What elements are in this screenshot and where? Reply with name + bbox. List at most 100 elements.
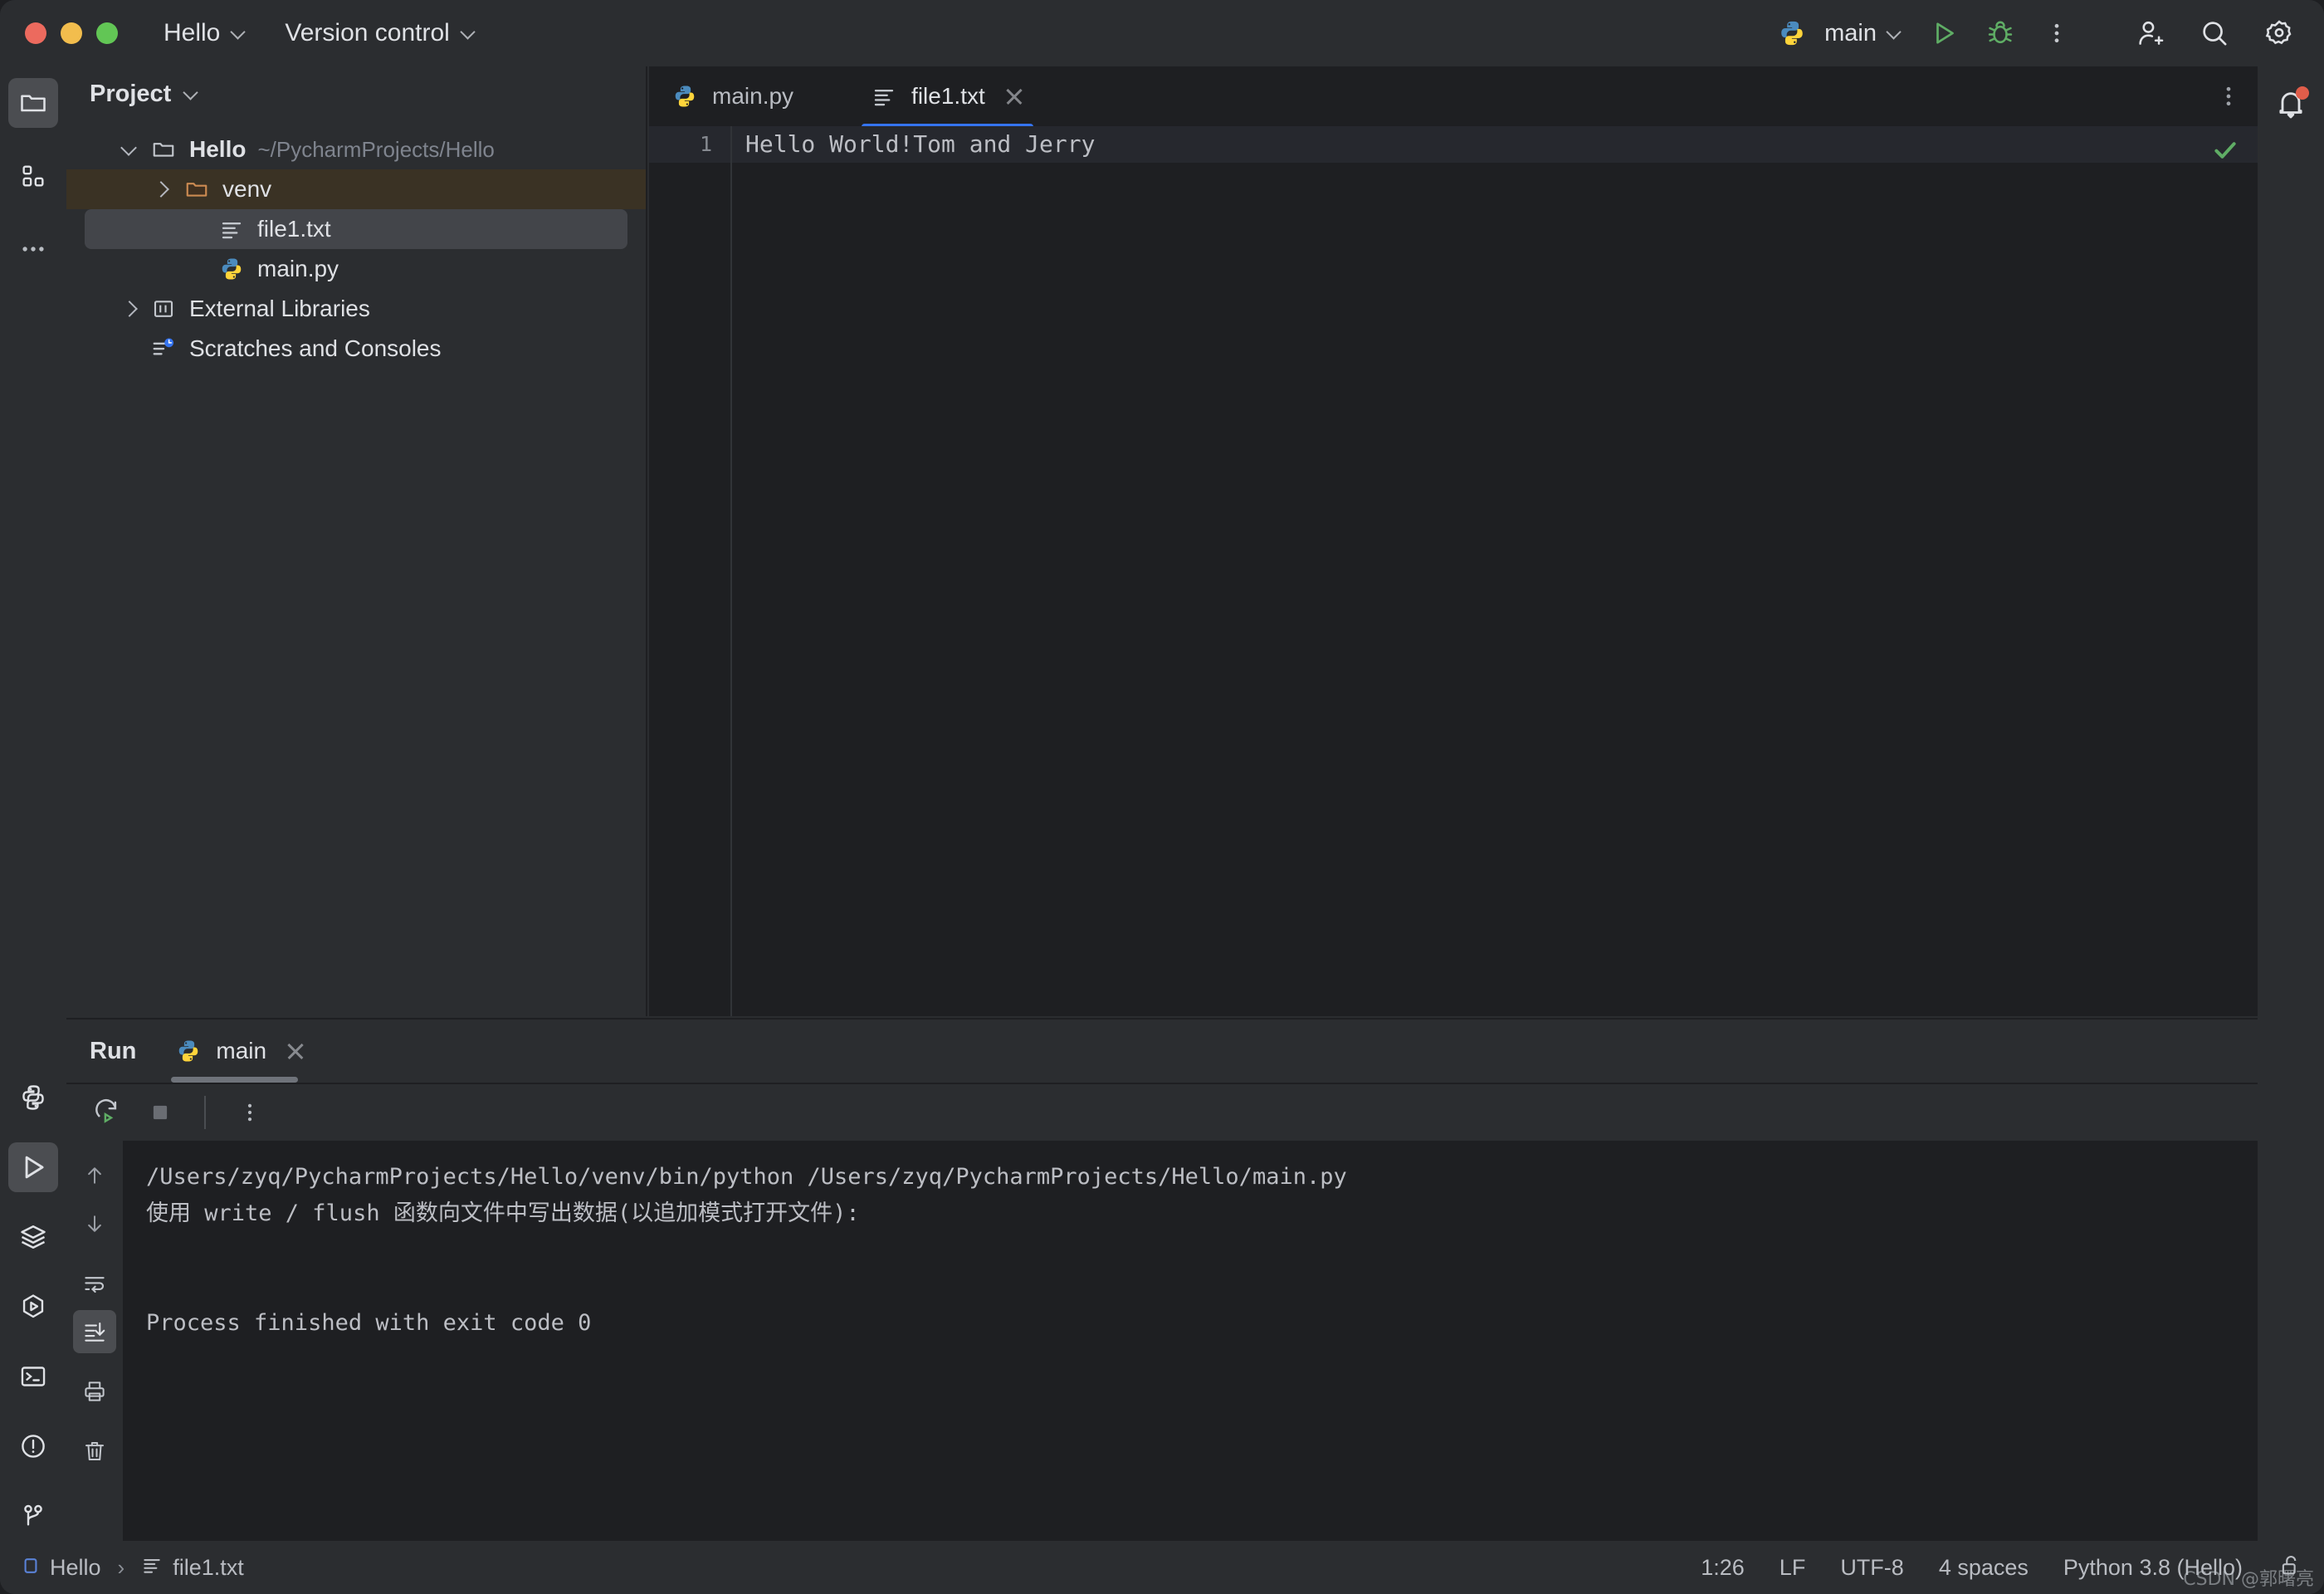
- python-icon: [671, 82, 699, 110]
- run-configuration-selector[interactable]: main: [1770, 12, 1901, 55]
- notifications-button[interactable]: [2266, 80, 2316, 130]
- chevron-right-icon[interactable]: [153, 180, 171, 198]
- file-encoding[interactable]: UTF-8: [1840, 1555, 1904, 1581]
- tree-row-main-py[interactable]: main.py: [66, 249, 646, 289]
- window-traffic-lights: [25, 22, 118, 44]
- close-icon[interactable]: [1003, 86, 1025, 107]
- code-line: Hello World!Tom and Jerry: [732, 126, 2258, 163]
- chevron-down-icon: [1887, 27, 1901, 40]
- python-icon: [217, 255, 246, 283]
- scroll-to-end-button[interactable]: [73, 1310, 116, 1353]
- version-control-menu-label: Version control: [285, 19, 450, 46]
- line-number-gutter: 1: [649, 126, 732, 1016]
- folder-icon: [149, 135, 178, 164]
- run-panel-body: /Users/zyq/PycharmProjects/Hello/venv/bi…: [66, 1141, 2258, 1541]
- text-file-icon: [870, 82, 898, 110]
- right-activity-bar: [2258, 66, 2324, 1541]
- unlocked-padlock-icon[interactable]: [2278, 1553, 2302, 1582]
- close-window-button[interactable]: [25, 22, 46, 44]
- chevron-down-icon[interactable]: [121, 140, 139, 159]
- sidebar-item-python-packages[interactable]: [8, 1073, 58, 1122]
- sidebar-item-more[interactable]: [8, 224, 58, 274]
- python-interpreter[interactable]: Python 3.8 (Hello): [2063, 1555, 2243, 1581]
- scroll-up-button[interactable]: [73, 1154, 116, 1197]
- tree-row-file1-txt[interactable]: file1.txt: [85, 209, 627, 249]
- editor-area: main.py file1.txt 1 Hello World!Tom and …: [649, 66, 2258, 1016]
- project-menu-button[interactable]: Hello: [164, 19, 245, 47]
- active-run-tab-indicator: [171, 1077, 299, 1083]
- sidebar-item-services[interactable]: [8, 1212, 58, 1262]
- sidebar-item-structure[interactable]: [8, 151, 58, 201]
- console-line: 使用 write / flush 函数向文件中写出数据(以追加模式打开文件):: [146, 1200, 860, 1226]
- toolbar-divider: [204, 1096, 206, 1129]
- maximize-window-button[interactable]: [96, 22, 118, 44]
- indent-size[interactable]: 4 spaces: [1939, 1555, 2029, 1581]
- debug-button[interactable]: [1979, 12, 2022, 55]
- line-separator[interactable]: LF: [1780, 1555, 1806, 1581]
- breadcrumb-separator: ›: [117, 1554, 125, 1580]
- chevron-down-icon: [232, 27, 245, 40]
- tree-path: ~/PycharmProjects/Hello: [257, 136, 495, 162]
- sidebar-item-project[interactable]: [8, 78, 58, 128]
- caret-position[interactable]: 1:26: [1701, 1555, 1745, 1581]
- more-vertical-icon[interactable]: [2035, 12, 2078, 55]
- tree-row-scratches-and-consoles[interactable]: Scratches and Consoles: [66, 329, 646, 369]
- clear-all-button[interactable]: [73, 1430, 116, 1473]
- tree-row-external-libraries[interactable]: External Libraries: [66, 289, 646, 329]
- close-icon[interactable]: [285, 1040, 306, 1062]
- scroll-down-button[interactable]: [73, 1202, 116, 1245]
- editor-tab-bar: main.py file1.txt: [649, 66, 2258, 130]
- code-editor[interactable]: 1 Hello World!Tom and Jerry: [649, 126, 2258, 1016]
- add-user-icon[interactable]: [2128, 12, 2171, 55]
- pycharm-window: Hello Version control main Project Hello…: [0, 0, 2324, 1594]
- run-panel-header: Run main: [66, 1019, 2258, 1083]
- more-vertical-icon[interactable]: [227, 1090, 272, 1135]
- run-tab-label: main: [216, 1038, 267, 1063]
- run-button[interactable]: [1922, 12, 1965, 55]
- sidebar-item-problems[interactable]: [8, 1421, 58, 1471]
- breadcrumb-item-file1-txt[interactable]: file1.txt: [141, 1554, 244, 1582]
- editor-options-button[interactable]: [2216, 66, 2241, 126]
- rerun-button[interactable]: [85, 1090, 129, 1135]
- stop-button[interactable]: [138, 1090, 183, 1135]
- chevron-down-icon[interactable]: [184, 87, 198, 100]
- project-panel-header: Project: [66, 66, 646, 121]
- gear-icon[interactable]: [2258, 12, 2301, 55]
- editor-tab-label: file1.txt: [911, 83, 985, 109]
- tree-label: main.py: [257, 256, 339, 281]
- sidebar-item-python-console[interactable]: [8, 1282, 58, 1332]
- breadcrumb-item-hello[interactable]: Hello: [22, 1555, 101, 1581]
- editor-tab-file1-txt[interactable]: file1.txt: [848, 66, 1047, 130]
- chevron-right-icon[interactable]: [121, 300, 139, 318]
- print-button[interactable]: [73, 1370, 116, 1413]
- search-icon[interactable]: [2193, 12, 2236, 55]
- sidebar-item-version-control[interactable]: [8, 1491, 58, 1541]
- console-line: Process finished with exit code 0: [146, 1310, 592, 1336]
- editor-tab-main-py[interactable]: main.py: [649, 66, 815, 126]
- sidebar-item-terminal[interactable]: [8, 1352, 58, 1401]
- run-tab-main[interactable]: main: [171, 1019, 306, 1083]
- tree-label: External Libraries: [189, 296, 370, 321]
- tree-row-venv[interactable]: venv: [66, 169, 646, 209]
- project-panel-title: Project: [90, 80, 172, 107]
- line-number: 1: [649, 126, 730, 163]
- tree-row-hello[interactable]: Hello ~/PycharmProjects/Hello: [66, 130, 646, 169]
- soft-wrap-button[interactable]: [73, 1262, 116, 1305]
- tree-label: Scratches and Consoles: [189, 335, 442, 361]
- breadcrumb-label: file1.txt: [173, 1554, 244, 1580]
- sidebar-item-run[interactable]: [8, 1142, 58, 1192]
- status-bar-right: 1:26 LF UTF-8 4 spaces Python 3.8 (Hello…: [1701, 1553, 2302, 1582]
- chevron-down-icon: [461, 27, 475, 40]
- python-icon: [174, 1037, 203, 1065]
- text-file-icon: [141, 1554, 163, 1582]
- minimize-window-button[interactable]: [61, 22, 82, 44]
- run-console-output[interactable]: /Users/zyq/PycharmProjects/Hello/venv/bi…: [124, 1141, 2258, 1541]
- tree-label: venv: [222, 176, 272, 202]
- title-bar-menus: Hello Version control: [164, 19, 475, 47]
- code-content[interactable]: Hello World!Tom and Jerry: [732, 126, 2258, 1016]
- version-control-menu-button[interactable]: Version control: [285, 19, 474, 47]
- module-icon: [22, 1555, 40, 1581]
- inspection-status-ok-icon[interactable]: [2206, 131, 2244, 169]
- folder-orange-icon: [183, 175, 211, 203]
